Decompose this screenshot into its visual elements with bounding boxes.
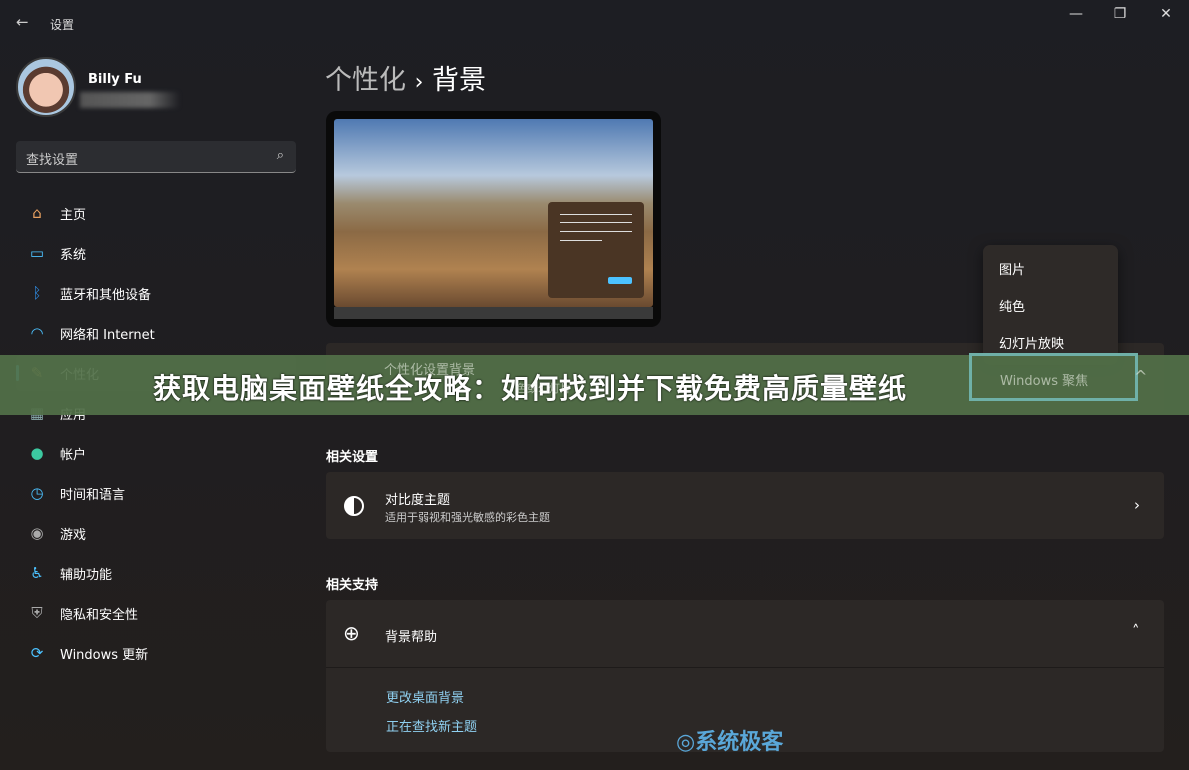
maximize-button[interactable]: ❐	[1105, 6, 1135, 22]
user-name: Billy Fu	[88, 72, 142, 87]
link-find-new-themes[interactable]: 正在查找新主题	[386, 716, 477, 735]
sidebar-item-label: 系统	[60, 247, 87, 263]
chevron-up-icon[interactable]: ˄	[1132, 622, 1140, 640]
background-row-subtitle: 色或幻灯片	[516, 382, 571, 395]
account-icon: ●	[30, 444, 44, 462]
sidebar-item-3[interactable]: ◠ 网络和 Internet	[16, 315, 296, 351]
background-type-dropdown: 图片 纯色 幻灯片放映	[983, 245, 1118, 365]
clock-globe-icon: ◷	[30, 484, 44, 502]
search-icon[interactable]: ⌕	[277, 148, 284, 163]
link-change-desktop-background[interactable]: 更改桌面背景	[386, 687, 464, 706]
background-help-title: 背景帮助	[385, 630, 438, 645]
minimize-button[interactable]: —	[1061, 6, 1091, 22]
watermark-text: 系统极客	[695, 730, 784, 755]
user-email-blurred	[80, 92, 180, 108]
sidebar-item-10[interactable]: ⛨ 隐私和安全性	[16, 595, 296, 631]
sidebar-item-label: 蓝牙和其他设备	[60, 287, 152, 303]
search-placeholder: 查找设置	[26, 153, 79, 168]
option-picture[interactable]: 图片	[999, 259, 1025, 278]
contrast-title: 对比度主题	[385, 493, 451, 508]
related-settings-heading: 相关设置	[326, 450, 379, 465]
sidebar-item-label: 时间和语言	[60, 487, 126, 503]
watermark-logo-icon: ◎	[676, 730, 696, 755]
preview-window	[548, 202, 644, 298]
background-type-select[interactable]: Windows 聚焦	[1000, 370, 1088, 389]
sidebar-item-label: 帐户	[60, 447, 87, 463]
sidebar-item-1[interactable]: ▭ 系统	[16, 235, 296, 271]
sidebar-item-0[interactable]: ⌂ 主页	[16, 195, 296, 231]
wifi-icon: ◠	[30, 324, 44, 342]
close-button[interactable]: ✕	[1151, 6, 1181, 22]
search-input[interactable]: 查找设置 ⌕	[16, 141, 296, 173]
page-title: 背景	[432, 65, 486, 96]
sidebar-item-label: 辅助功能	[60, 567, 113, 583]
watermark: ◎系统极客	[676, 724, 783, 756]
sidebar-item-label: Windows 更新	[60, 647, 149, 663]
divider	[326, 667, 1164, 668]
background-row-title: 个性化设置背景	[384, 363, 476, 378]
breadcrumb: 个性化 › 背景	[325, 58, 486, 97]
gamepad-icon: ◉	[30, 524, 44, 542]
window-title: 设置	[50, 18, 75, 32]
preview-taskbar	[334, 307, 653, 319]
option-slideshow[interactable]: 幻灯片放映	[999, 333, 1064, 352]
avatar[interactable]	[16, 57, 76, 117]
breadcrumb-separator: ›	[414, 70, 424, 95]
breadcrumb-parent[interactable]: 个性化	[325, 65, 406, 96]
sidebar-item-label: 隐私和安全性	[60, 607, 139, 623]
sidebar-item-8[interactable]: ◉ 游戏	[16, 515, 296, 551]
sidebar-item-11[interactable]: ⟳ Windows 更新	[16, 635, 296, 671]
background-help-header[interactable]	[326, 600, 1164, 667]
bluetooth-icon: ᛒ	[32, 284, 42, 302]
accessibility-icon: ♿	[30, 564, 44, 582]
sidebar-item-label: 主页	[60, 207, 87, 223]
back-button[interactable]: ←	[16, 13, 29, 31]
sidebar-item-label: 游戏	[60, 527, 87, 543]
sidebar-item-6[interactable]: ● 帐户	[16, 435, 296, 471]
chevron-right-icon: ›	[1134, 496, 1140, 514]
sidebar-item-label: 网络和 Internet	[60, 327, 155, 343]
contrast-icon	[344, 496, 364, 516]
chevron-up-icon[interactable]: ^	[1134, 367, 1147, 386]
contrast-themes-row[interactable]: 对比度主题 适用于弱视和强光敏感的彩色主题 ›	[326, 472, 1164, 539]
option-solid-color[interactable]: 纯色	[999, 296, 1025, 315]
monitor-icon: ▭	[29, 244, 45, 262]
shield-icon: ⛨	[31, 604, 43, 622]
contrast-subtitle: 适用于弱视和强光敏感的彩色主题	[385, 511, 550, 524]
sidebar-item-9[interactable]: ♿ 辅助功能	[16, 555, 296, 591]
home-icon: ⌂	[32, 204, 42, 222]
update-icon: ⟳	[30, 644, 44, 662]
sidebar-item-2[interactable]: ᛒ 蓝牙和其他设备	[16, 275, 296, 311]
globe-search-icon: ⊕	[343, 621, 360, 645]
related-support-heading: 相关支持	[326, 578, 379, 593]
sidebar-item-7[interactable]: ◷ 时间和语言	[16, 475, 296, 511]
